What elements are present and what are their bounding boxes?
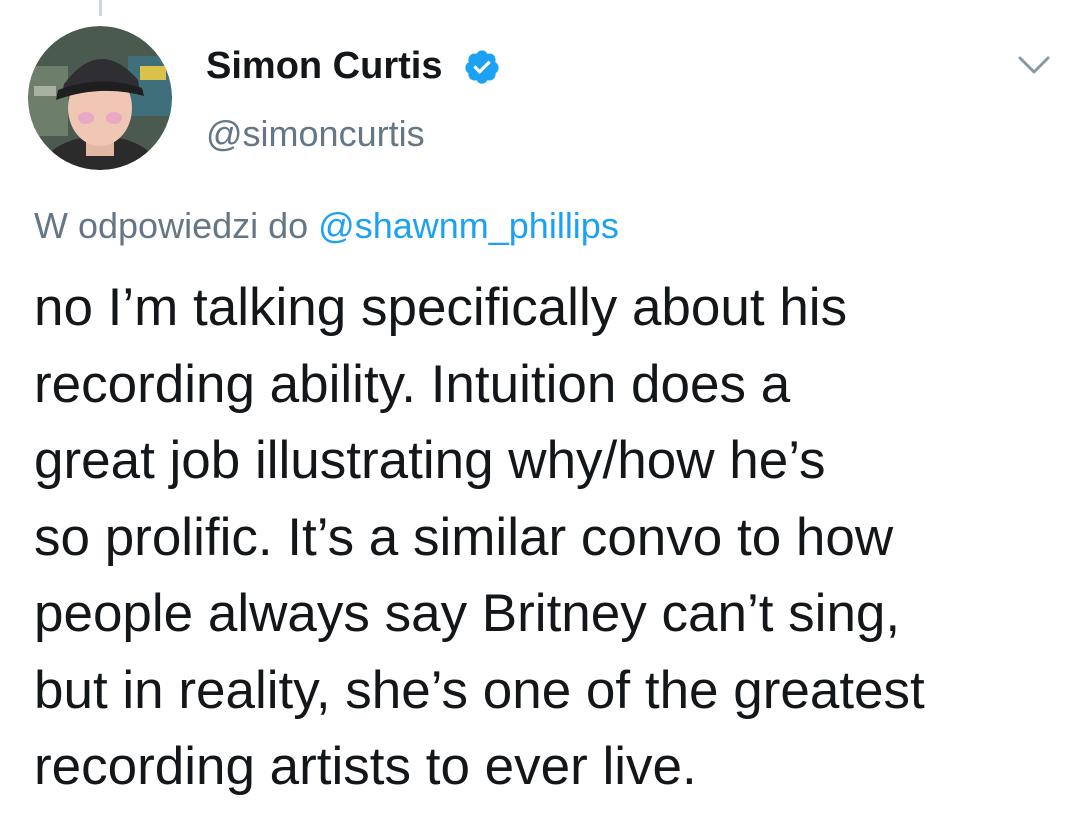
author-handle[interactable]: @simoncurtis	[206, 112, 425, 156]
chevron-down-icon[interactable]	[1016, 52, 1052, 78]
reply-to-handle-link[interactable]: @shawnm_phillips	[318, 205, 619, 246]
avatar-photo	[28, 26, 172, 170]
reply-context: W odpowiedzi do @shawnm_phillips	[34, 204, 619, 248]
avatar[interactable]	[28, 26, 172, 170]
tweet-text-line: recording ability. Intuition does a	[34, 354, 791, 414]
thread-connector-line	[99, 0, 102, 16]
tweet-text-line: but in reality, she’s one of the greates…	[34, 660, 925, 720]
tweet-text-line: so prolific. It’s a similar convo to how	[34, 507, 894, 567]
tweet-text-line: great job illustrating why/how he’s	[34, 431, 826, 490]
tweet-text-line: people always say Britney can’t sing,	[34, 584, 901, 643]
author-display-name[interactable]: Simon Curtis	[206, 44, 442, 88]
tweet-text: no I’m talking specifically about his re…	[34, 270, 925, 806]
reply-context-prefix: W odpowiedzi do	[34, 205, 319, 246]
tweet-text-line: recording artists to ever live.	[34, 737, 697, 796]
verified-badge-icon	[465, 50, 499, 84]
tweet-text-line: no I’m talking specifically about his	[34, 278, 848, 337]
